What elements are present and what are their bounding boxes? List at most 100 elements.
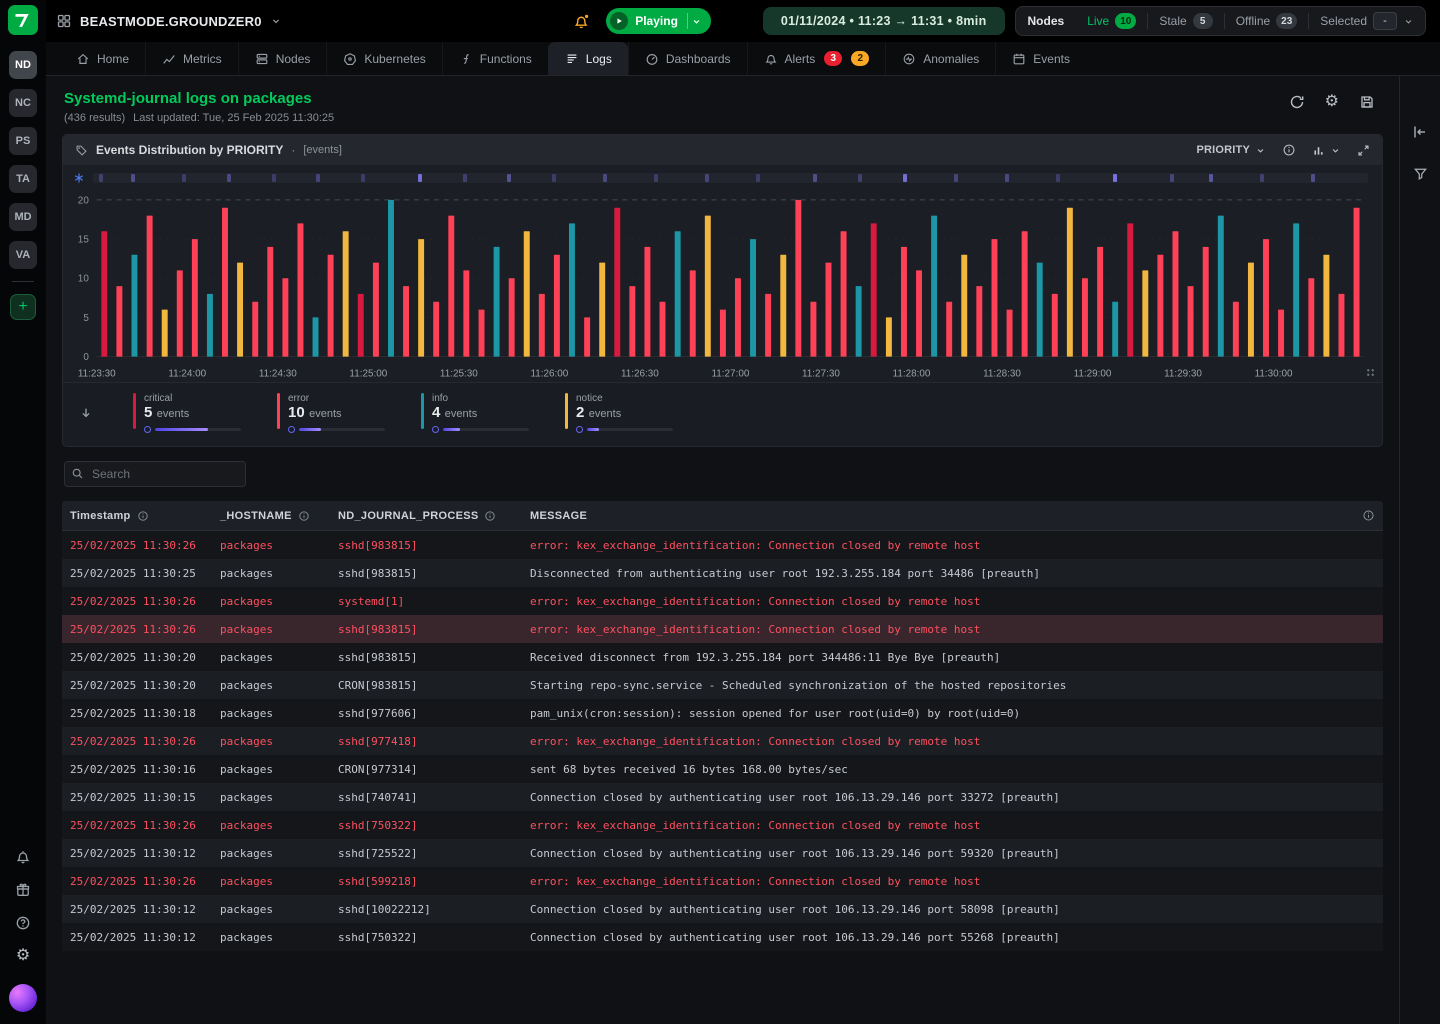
priority-dropdown[interactable]: PRIORITY xyxy=(1196,144,1266,156)
tab-logs[interactable]: Logs xyxy=(548,42,628,75)
chart-resize-handle[interactable] xyxy=(1366,368,1375,377)
table-row[interactable]: 25/02/2025 11:30:20packagessshd[983815]R… xyxy=(62,643,1383,671)
table-row[interactable]: 25/02/2025 11:30:20packagesCRON[983815]S… xyxy=(62,671,1383,699)
last-updated: Last updated: Tue, 25 Feb 2025 11:30:25 xyxy=(133,112,334,124)
news-bell-icon[interactable] xyxy=(573,13,590,30)
netdata-logo-icon[interactable] xyxy=(8,5,38,35)
column-process[interactable]: ND_JOURNAL_PROCESS xyxy=(338,510,530,522)
tab-dashboards[interactable]: Dashboards xyxy=(628,42,747,75)
tab-alerts[interactable]: Alerts32 xyxy=(747,42,886,75)
column-hostname[interactable]: _HOSTNAME xyxy=(220,510,338,522)
column-message[interactable]: MESSAGE xyxy=(530,510,1345,522)
table-row[interactable]: 25/02/2025 11:30:26packagessshd[983815]e… xyxy=(62,531,1383,559)
nodes-status-bar: Nodes Live 10 Stale 5 Offline 23 Selecte xyxy=(1015,6,1426,36)
legend-item-info[interactable]: info 4 events xyxy=(421,393,529,433)
cell-message: Connection closed by authenticating user… xyxy=(530,903,1345,916)
cell-process: sshd[599218] xyxy=(338,875,530,888)
space-item-nd[interactable]: ND xyxy=(9,51,37,79)
tab-kubernetes[interactable]: Kubernetes xyxy=(326,42,441,75)
table-row[interactable]: 25/02/2025 11:30:18packagessshd[977606]p… xyxy=(62,699,1383,727)
legend-swatch xyxy=(133,393,136,429)
add-space-button[interactable]: + xyxy=(10,294,36,320)
nodes-selected-dropdown[interactable]: Selected - xyxy=(1309,7,1425,35)
search-input[interactable] xyxy=(64,461,246,487)
table-row[interactable]: 25/02/2025 11:30:26packagessshd[599218]e… xyxy=(62,867,1383,895)
cell-message: error: kex_exchange_identification: Conn… xyxy=(530,819,1345,832)
table-row[interactable]: 25/02/2025 11:30:16packagesCRON[977314]s… xyxy=(62,755,1383,783)
sort-descending-icon[interactable] xyxy=(75,406,97,420)
dashboards-icon xyxy=(645,52,659,66)
cell-process: sshd[983815] xyxy=(338,623,530,636)
cell-process: sshd[10022212] xyxy=(338,903,530,916)
kubernetes-icon xyxy=(343,52,357,66)
table-row[interactable]: 25/02/2025 11:30:26packagessshd[983815]e… xyxy=(62,615,1383,643)
cell-timestamp: 25/02/2025 11:30:25 xyxy=(70,567,220,580)
cell-hostname: packages xyxy=(220,567,338,580)
chevron-down-icon[interactable] xyxy=(687,13,707,29)
legend-item-critical[interactable]: critical 5 events xyxy=(133,393,241,433)
refresh-button[interactable] xyxy=(1289,94,1305,110)
cell-message: error: kex_exchange_identification: Conn… xyxy=(530,623,1345,636)
chart-plot[interactable]: 0510152011:23:3011:24:0011:24:3011:25:00… xyxy=(63,186,1382,382)
cell-process: sshd[725522] xyxy=(338,847,530,860)
collapse-panel-icon[interactable] xyxy=(1412,124,1428,140)
table-row[interactable]: 25/02/2025 11:30:25packagessshd[983815]D… xyxy=(62,559,1383,587)
tab-metrics[interactable]: Metrics xyxy=(145,42,238,75)
space-item-va[interactable]: VA xyxy=(9,241,37,269)
space-item-md[interactable]: MD xyxy=(9,203,37,231)
notifications-bell-icon[interactable] xyxy=(15,849,31,865)
cell-timestamp: 25/02/2025 11:30:26 xyxy=(70,623,220,636)
legend-item-error[interactable]: error 10 events xyxy=(277,393,385,433)
settings-gear-icon[interactable]: ⚙ xyxy=(16,948,30,964)
tab-anomalies[interactable]: Anomalies xyxy=(885,42,995,75)
chart-unit: [events] xyxy=(303,144,342,156)
tab-functions[interactable]: Functions xyxy=(442,42,548,75)
info-icon[interactable] xyxy=(298,510,310,522)
gift-icon[interactable] xyxy=(15,882,31,898)
legend-item-notice[interactable]: notice 2 events xyxy=(565,393,673,433)
tab-home[interactable]: Home xyxy=(60,42,145,75)
legend-swatch xyxy=(421,393,424,429)
table-row[interactable]: 25/02/2025 11:30:12packagessshd[725522]C… xyxy=(62,839,1383,867)
chart-info-icon[interactable] xyxy=(1282,143,1296,157)
info-icon[interactable] xyxy=(484,510,496,522)
help-icon[interactable] xyxy=(15,915,31,931)
user-avatar[interactable] xyxy=(9,984,37,1012)
info-icon[interactable] xyxy=(137,510,149,522)
nodes-offline-filter[interactable]: Offline 23 xyxy=(1225,7,1309,35)
alerts-count-badge: 2 xyxy=(851,51,869,66)
cell-process: sshd[983815] xyxy=(338,567,530,580)
table-row[interactable]: 25/02/2025 11:30:12packagessshd[750322]C… xyxy=(62,923,1383,951)
playback-control[interactable]: Playing xyxy=(606,8,711,34)
cell-hostname: packages xyxy=(220,847,338,860)
right-rail xyxy=(1399,76,1440,1024)
space-item-ta[interactable]: TA xyxy=(9,165,37,193)
table-info-icon[interactable] xyxy=(1362,509,1375,522)
chart-type-dropdown[interactable] xyxy=(1312,144,1341,157)
table-row[interactable]: 25/02/2025 11:30:26packagessshd[977418]e… xyxy=(62,727,1383,755)
date-range-picker[interactable]: 01/11/2024 • 11:23 → 11:31 • 8min xyxy=(763,7,1005,35)
page-settings-button[interactable]: ⚙ xyxy=(1325,94,1339,110)
anomaly-rate-icon[interactable] xyxy=(73,172,85,184)
tab-events[interactable]: Events xyxy=(995,42,1086,75)
nodes-live-filter[interactable]: Live 10 xyxy=(1076,7,1147,35)
space-item-nc[interactable]: NC xyxy=(9,89,37,117)
table-row[interactable]: 25/02/2025 11:30:26packagessystemd[1]err… xyxy=(62,587,1383,615)
tab-nodes[interactable]: Nodes xyxy=(238,42,327,75)
svg-text:10: 10 xyxy=(78,274,90,285)
nodes-stale-filter[interactable]: Stale 5 xyxy=(1148,7,1223,35)
anomaly-strip[interactable] xyxy=(93,173,1368,183)
workspace-switcher[interactable]: BEASTMODE.GROUNDZER0 xyxy=(56,13,282,29)
stale-count-badge: 5 xyxy=(1193,13,1213,29)
svg-text:11:30:00: 11:30:00 xyxy=(1255,368,1293,379)
space-item-ps[interactable]: PS xyxy=(9,127,37,155)
table-row[interactable]: 25/02/2025 11:30:12packagessshd[10022212… xyxy=(62,895,1383,923)
fullscreen-icon[interactable] xyxy=(1357,144,1370,157)
table-row[interactable]: 25/02/2025 11:30:15packagessshd[740741]C… xyxy=(62,783,1383,811)
table-row[interactable]: 25/02/2025 11:30:26packagessshd[750322]e… xyxy=(62,811,1383,839)
column-timestamp[interactable]: Timestamp xyxy=(70,510,220,522)
save-button[interactable] xyxy=(1359,94,1375,110)
functions-icon xyxy=(459,52,473,66)
log-table-body: 25/02/2025 11:30:26packagessshd[983815]e… xyxy=(62,531,1383,951)
filter-icon[interactable] xyxy=(1413,166,1428,181)
